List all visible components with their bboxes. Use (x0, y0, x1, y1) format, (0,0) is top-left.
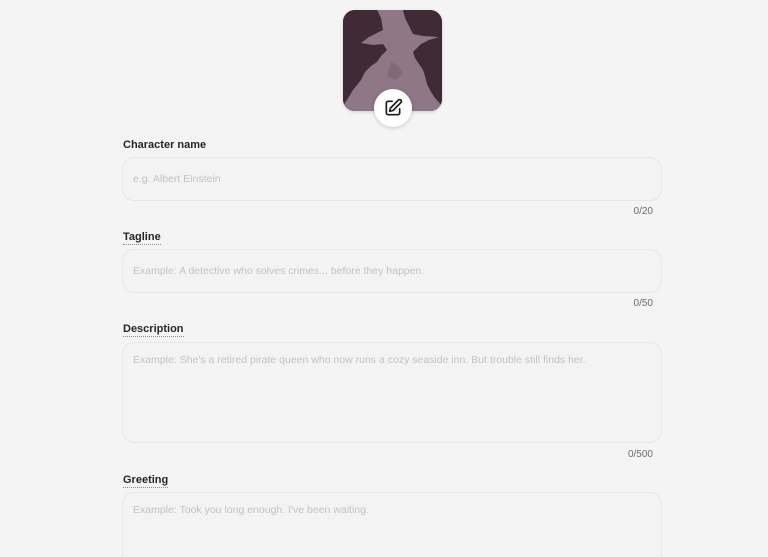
avatar-container (343, 10, 442, 127)
greeting-label: Greeting (123, 474, 169, 488)
character-name-input[interactable] (122, 157, 662, 201)
tagline-label: Tagline (123, 231, 161, 245)
description-label: Description (123, 323, 184, 337)
character-name-label: Character name (123, 139, 207, 151)
create-character-form: Character name 0/20 Tagline 0/50 Descrip… (0, 0, 768, 557)
description-textarea[interactable] (122, 342, 662, 443)
greeting-textarea[interactable] (122, 492, 662, 557)
pencil-square-icon (385, 98, 403, 116)
tagline-counter: 0/50 (633, 298, 653, 309)
edit-avatar-button[interactable] (374, 89, 412, 127)
tagline-input[interactable] (122, 249, 662, 293)
character-name-counter: 0/20 (633, 206, 653, 217)
description-counter: 0/500 (627, 449, 653, 460)
